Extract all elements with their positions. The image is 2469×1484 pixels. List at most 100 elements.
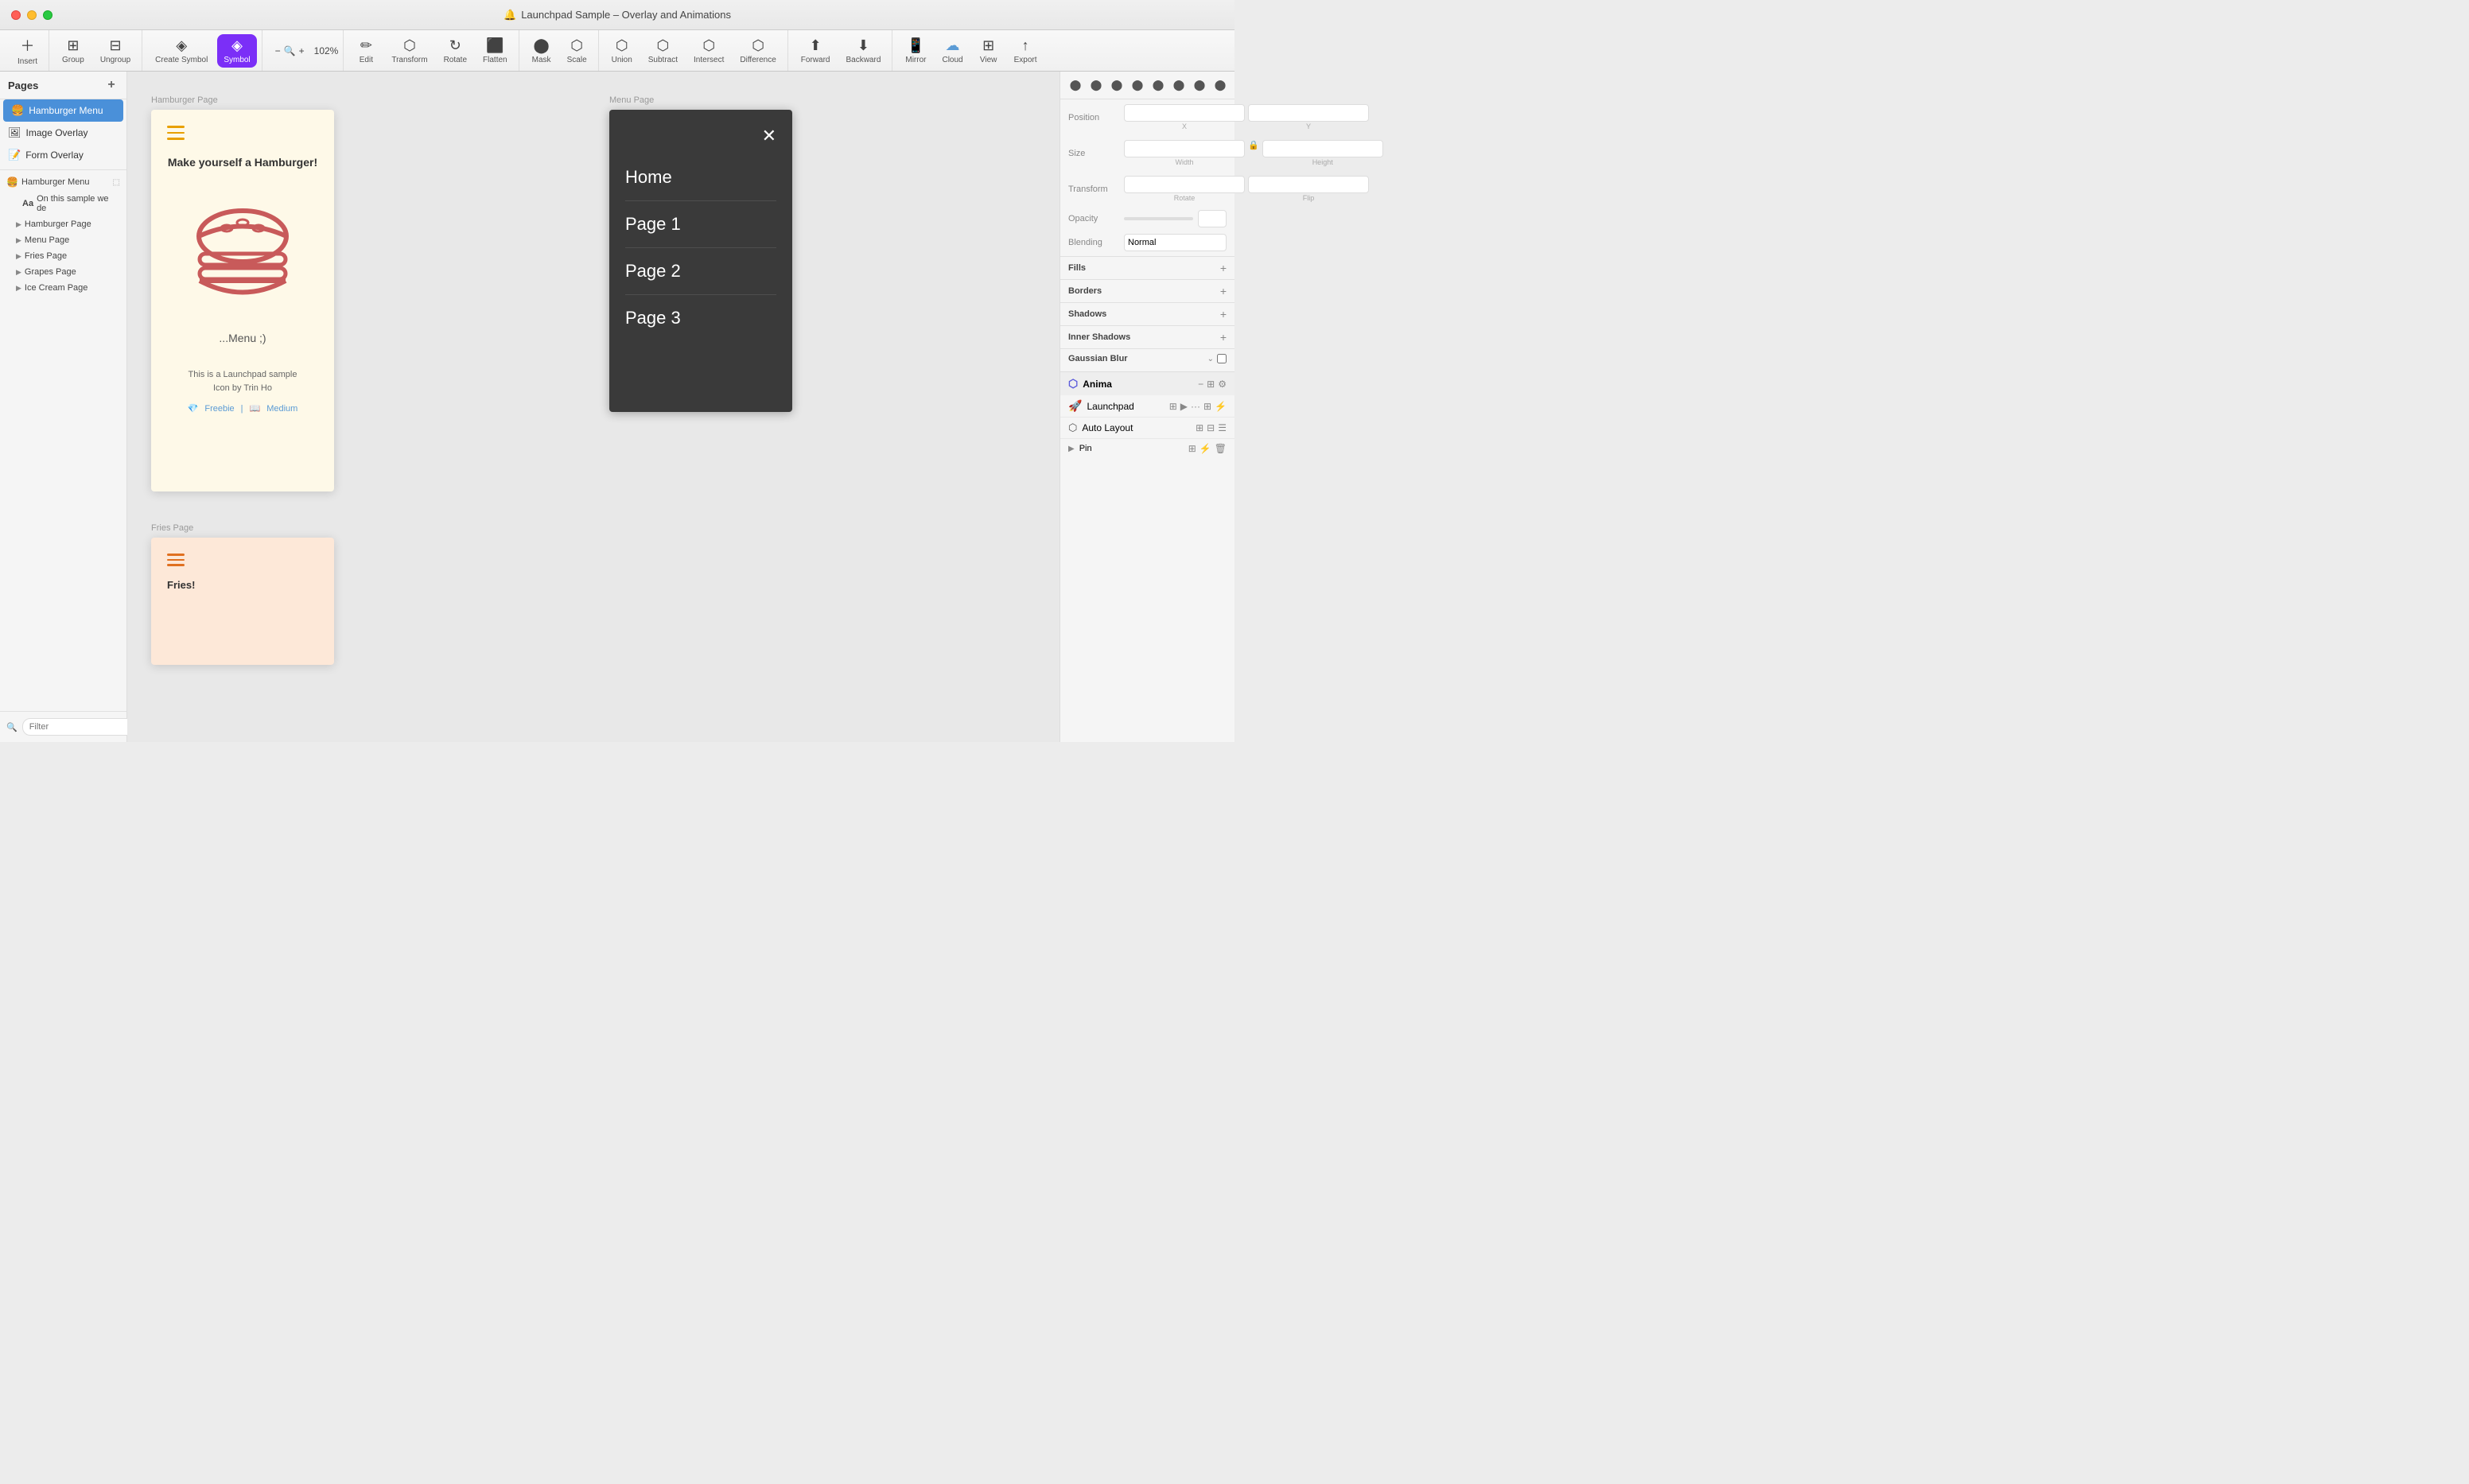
pin-arrow-icon[interactable]: ▶	[1068, 445, 1075, 453]
anima-minimize-icon[interactable]: −	[1198, 379, 1203, 390]
group-button[interactable]: ⊞ Group	[56, 34, 91, 68]
anima-expand-icon[interactable]: ⊞	[1207, 379, 1215, 390]
medium-link[interactable]: Medium	[266, 402, 297, 417]
create-symbol-button[interactable]: ◈ Create Symbol	[149, 34, 214, 68]
al-grid-icon[interactable]: ⊞	[1196, 422, 1203, 433]
width-input[interactable]	[1124, 140, 1245, 157]
difference-button[interactable]: ⬡ Difference	[733, 34, 782, 68]
al-col-icon[interactable]: ☰	[1218, 422, 1227, 433]
anima-settings-icon[interactable]: ⚙	[1218, 379, 1227, 390]
launchpad-grid-icon[interactable]: ⊞	[1169, 401, 1177, 412]
close-button[interactable]	[11, 10, 21, 20]
add-shadow-button[interactable]: +	[1220, 308, 1227, 320]
subtract-button[interactable]: ⬡ Subtract	[642, 34, 684, 68]
menu-item-page2[interactable]: Page 2	[625, 248, 776, 295]
insert-button[interactable]: ＋ Insert	[11, 32, 44, 69]
pin-link-icon[interactable]: ⚡	[1200, 443, 1211, 454]
gaussian-blur-dropdown-icon[interactable]: ⌄	[1207, 355, 1214, 363]
scale-button[interactable]: ⬡ Scale	[561, 34, 593, 68]
symbol-button[interactable]: ◈ Symbol	[217, 34, 256, 68]
rotate-button[interactable]: ↻ Rotate	[437, 34, 473, 68]
menu-item-home[interactable]: Home	[625, 154, 776, 201]
align-right-icon[interactable]: ⬤	[1108, 76, 1126, 94]
mirror-button[interactable]: 📱 Mirror	[899, 34, 932, 68]
fills-section[interactable]: Fills +	[1060, 256, 1234, 279]
flatten-button[interactable]: ⬛ Flatten	[476, 34, 514, 68]
opacity-input[interactable]	[1198, 210, 1227, 227]
borders-section[interactable]: Borders +	[1060, 279, 1234, 302]
y-input[interactable]	[1248, 104, 1369, 122]
rotate-input[interactable]	[1124, 176, 1245, 193]
align-bottom-icon[interactable]: ⬤	[1170, 76, 1188, 94]
fries-line-2	[167, 559, 185, 561]
inner-shadows-section[interactable]: Inner Shadows +	[1060, 325, 1234, 348]
sidebar-page-form-overlay[interactable]: 📝 Form Overlay	[0, 144, 126, 166]
pin-grid-icon[interactable]: ⊞	[1188, 443, 1196, 454]
distribute-h-icon[interactable]: ⬤	[1191, 76, 1208, 94]
gaussian-blur-checkbox[interactable]	[1217, 354, 1227, 363]
view-button[interactable]: ⊞ View	[973, 34, 1005, 68]
hamburger-phone[interactable]: Make yourself a Hamburger!	[151, 110, 334, 491]
backward-button[interactable]: ⬇ Backward	[839, 34, 887, 68]
menu-item-page1[interactable]: Page 1	[625, 201, 776, 248]
add-border-button[interactable]: +	[1220, 285, 1227, 297]
height-input[interactable]	[1262, 140, 1383, 157]
shadows-section[interactable]: Shadows +	[1060, 302, 1234, 325]
union-button[interactable]: ⬡ Union	[605, 34, 639, 68]
canvas[interactable]: Hamburger Page Make yourself a Hamburger…	[127, 72, 1060, 742]
opacity-slider[interactable]	[1124, 217, 1193, 220]
transform-button[interactable]: ⬡ Transform	[385, 34, 434, 68]
distribute-v-icon[interactable]: ⬤	[1211, 76, 1229, 94]
align-center-h-icon[interactable]: ⬤	[1087, 76, 1105, 94]
align-top-icon[interactable]: ⬤	[1129, 76, 1146, 94]
zoom-plus[interactable]: +	[299, 45, 305, 56]
hamburger-menu-icon[interactable]	[167, 126, 185, 140]
blending-select[interactable]: Normal	[1124, 234, 1227, 251]
launchpad-row: 🚀 Launchpad ⊞ ▶ ··· ⊞ ⚡	[1060, 395, 1234, 417]
menu-item-page3[interactable]: Page 3	[625, 295, 776, 341]
layer-menu-page[interactable]: ▶ Menu Page	[0, 232, 126, 248]
intersect-button[interactable]: ⬡ Intersect	[687, 34, 730, 68]
freebie-link[interactable]: Freebie	[204, 402, 234, 417]
layer-grapes-page[interactable]: ▶ Grapes Page	[0, 264, 126, 280]
launchpad-expand-icon[interactable]: ⊞	[1203, 401, 1211, 412]
export-button[interactable]: ↑ Export	[1008, 34, 1044, 68]
menu-overlay[interactable]: ✕ Home Page 1 Page 2 Page 3	[609, 110, 792, 412]
cloud-button[interactable]: ☁ Cloud	[935, 34, 969, 68]
edit-button[interactable]: ✏ Edit	[350, 34, 382, 68]
right-panel: ⬤ ⬤ ⬤ ⬤ ⬤ ⬤ ⬤ ⬤ Position X Y	[1060, 72, 1234, 742]
x-input[interactable]	[1124, 104, 1245, 122]
zoom-display[interactable]: − 🔍 +	[269, 42, 311, 60]
forward-button[interactable]: ⬆ Forward	[795, 34, 837, 68]
layer-ice-cream-page[interactable]: ▶ Ice Cream Page	[0, 280, 126, 296]
align-left-icon[interactable]: ⬤	[1067, 76, 1084, 94]
fries-menu-icon[interactable]	[167, 554, 318, 566]
layer-text-sample[interactable]: Aa On this sample we de	[0, 191, 126, 216]
launchpad-more-icon[interactable]: ···	[1191, 401, 1200, 412]
lock-icon[interactable]: 🔒	[1248, 140, 1259, 166]
mask-button[interactable]: ⬤ Mask	[526, 34, 558, 68]
flip-input[interactable]	[1248, 176, 1369, 193]
sidebar-page-hamburger-menu[interactable]: 🍔 Hamburger Menu	[3, 99, 123, 122]
ungroup-button[interactable]: ⊟ Ungroup	[94, 34, 137, 68]
minimize-button[interactable]	[27, 10, 37, 20]
add-inner-shadow-button[interactable]: +	[1220, 331, 1227, 344]
align-center-v-icon[interactable]: ⬤	[1149, 76, 1167, 94]
layer-hamburger-menu-parent[interactable]: 🍔 Hamburger Menu ⬚	[0, 173, 126, 191]
layer-fries-page[interactable]: ▶ Fries Page	[0, 248, 126, 264]
subtract-icon: ⬡	[657, 37, 670, 54]
gaussian-blur-section[interactable]: Gaussian Blur ⌄	[1060, 348, 1234, 368]
menu-close-button[interactable]: ✕	[762, 126, 776, 146]
zoom-minus[interactable]: −	[275, 45, 281, 56]
pin-delete-icon[interactable]: 🗑	[1215, 443, 1227, 454]
layer-hamburger-page[interactable]: ▶ Hamburger Page	[0, 216, 126, 232]
al-row-icon[interactable]: ⊟	[1207, 422, 1215, 433]
add-fill-button[interactable]: +	[1220, 262, 1227, 274]
add-page-button[interactable]: +	[104, 78, 119, 92]
fries-phone[interactable]: Fries!	[151, 538, 334, 665]
fullscreen-button[interactable]	[43, 10, 52, 20]
sidebar-page-image-overlay[interactable]: 🖼 Image Overlay	[0, 122, 126, 144]
phone-main-title: Make yourself a Hamburger!	[168, 156, 317, 169]
launchpad-link-icon[interactable]: ⚡	[1215, 401, 1227, 412]
launchpad-arrow-icon[interactable]: ▶	[1180, 401, 1188, 412]
